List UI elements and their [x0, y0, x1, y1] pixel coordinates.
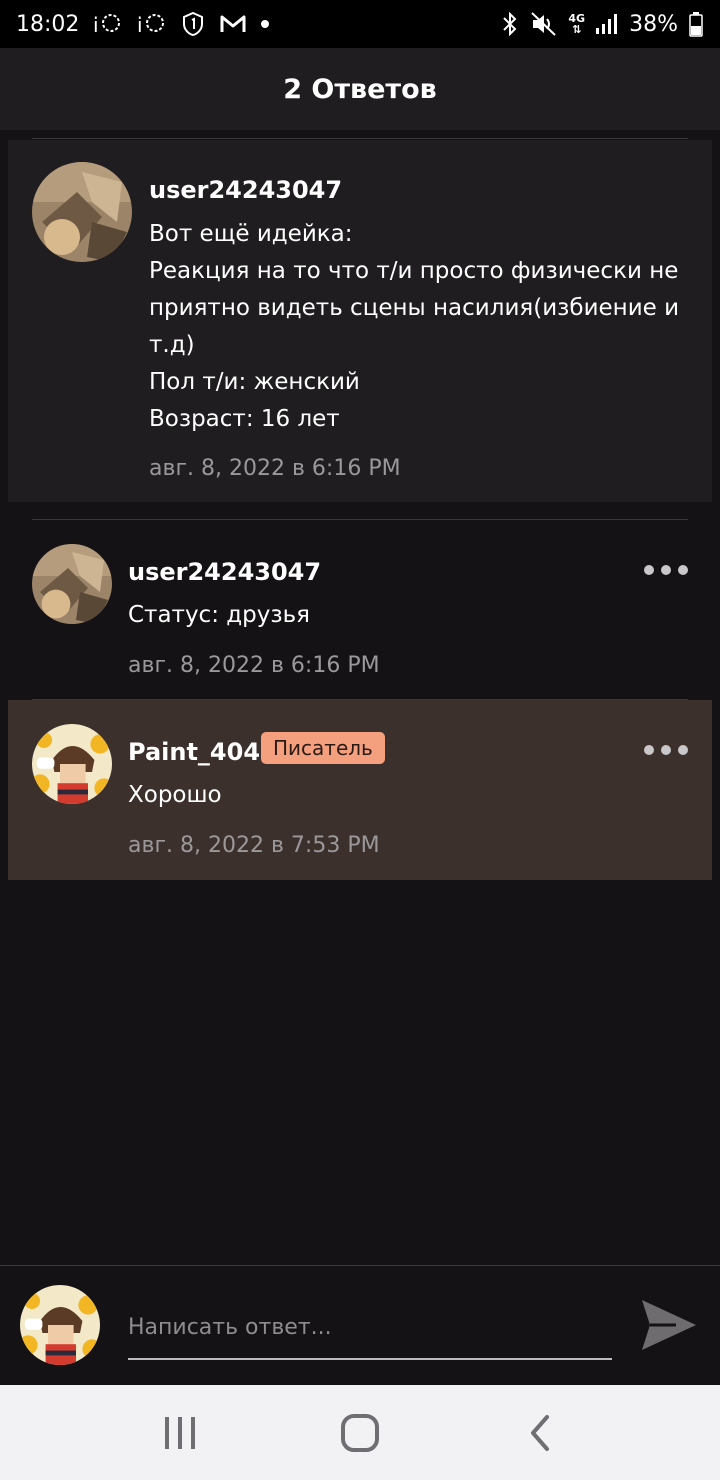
- comment-text: Статус: друзья: [128, 602, 311, 628]
- network-type-icon: 4G ⇅: [568, 12, 586, 36]
- system-nav-bar: [0, 1385, 720, 1480]
- comment-author[interactable]: user24243047: [128, 558, 321, 586]
- svg-text:i: i: [137, 13, 143, 37]
- mail-icon: [219, 11, 247, 37]
- comment-line: Реакция на то что т/и просто физически н…: [149, 258, 679, 284]
- signal-icon: [595, 11, 619, 37]
- notification-dot-icon: [261, 20, 270, 28]
- reply-comment: user24243047 Статус: друзья авг. 8, 2022…: [8, 520, 712, 700]
- writer-badge: Писатель: [261, 732, 385, 764]
- send-icon: [642, 1300, 696, 1350]
- dot-icon: [661, 565, 671, 575]
- comment-timestamp: авг. 8, 2022 в 6:16 PM: [128, 653, 380, 678]
- reply-input[interactable]: [128, 1296, 612, 1360]
- comment-author[interactable]: Paint_404: [128, 738, 260, 766]
- comment-text: Вот ещё идейка: Реакция на то что т/и пр…: [149, 216, 689, 438]
- comment-author[interactable]: user24243047: [149, 176, 342, 204]
- data-arrows-icon: ⇅: [572, 23, 582, 36]
- battery-percent: 38%: [629, 11, 678, 37]
- dot-icon: [678, 745, 688, 755]
- dot-icon: [678, 565, 688, 575]
- comment-timestamp: авг. 8, 2022 в 6:16 PM: [149, 456, 401, 481]
- comment-line: Пол т/и: женский: [149, 369, 360, 395]
- reply-input-bar: [0, 1265, 720, 1385]
- recent-apps-button[interactable]: [150, 1403, 210, 1463]
- more-options-button[interactable]: [644, 738, 688, 762]
- header: 2 Ответов: [0, 48, 720, 130]
- avatar[interactable]: [32, 724, 112, 804]
- app-notification-icon: i: [137, 11, 167, 37]
- current-user-avatar[interactable]: [20, 1285, 100, 1365]
- home-icon: [341, 1413, 379, 1452]
- reply-comment-highlighted: Paint_404 Писатель Хорошо авг. 8, 2022 в…: [8, 700, 712, 880]
- page-title: 2 Ответов: [283, 73, 437, 105]
- dot-icon: [644, 565, 654, 575]
- app-notification-icon: i: [93, 11, 123, 37]
- recent-apps-icon: [165, 1416, 195, 1449]
- battery-icon: [688, 11, 704, 37]
- dot-icon: [661, 745, 671, 755]
- back-button[interactable]: [510, 1403, 570, 1463]
- bluetooth-icon: [500, 11, 520, 37]
- comment-text: Хорошо: [128, 782, 222, 808]
- divider: [32, 138, 688, 139]
- send-button[interactable]: [636, 1292, 702, 1358]
- app-screen: 18:02 i i 4G ⇅ 38% 2 Ответов user2424304…: [0, 0, 720, 1480]
- shield-icon: [181, 11, 205, 37]
- back-icon: [531, 1414, 549, 1451]
- comment-timestamp: авг. 8, 2022 в 7:53 PM: [128, 833, 380, 858]
- dot-icon: [644, 745, 654, 755]
- comment-line: приятно видеть сцены насилия(избиение и: [149, 295, 680, 321]
- status-bar: 18:02 i i 4G ⇅ 38%: [0, 0, 720, 48]
- mute-icon: [530, 11, 558, 37]
- avatar[interactable]: [32, 544, 112, 624]
- comment-line: т.д): [149, 332, 195, 358]
- comment-line: Возраст: 16 лет: [149, 406, 340, 432]
- status-time: 18:02: [16, 11, 80, 37]
- parent-comment: user24243047 Вот ещё идейка: Реакция на …: [8, 140, 712, 502]
- more-options-button[interactable]: [644, 558, 688, 582]
- avatar[interactable]: [32, 162, 132, 262]
- svg-text:i: i: [93, 13, 99, 37]
- home-button[interactable]: [330, 1403, 390, 1463]
- comment-line: Вот ещё идейка:: [149, 221, 353, 247]
